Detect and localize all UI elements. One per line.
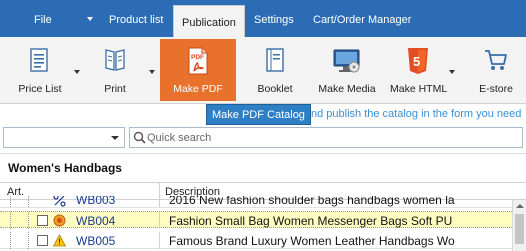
tree-line [28, 212, 29, 229]
price-list-label: Price List [18, 83, 62, 95]
html5-icon-text: 5 [413, 54, 420, 69]
percent-icon [53, 196, 66, 207]
make-media-label: Make Media [318, 83, 376, 95]
booklet-label: Booklet [257, 83, 293, 95]
menu-cart-order-manager[interactable]: Cart/Order Manager [313, 0, 411, 37]
print-icon [105, 49, 125, 71]
column-divider [159, 232, 160, 249]
filter-dropdown[interactable] [3, 127, 125, 148]
column-divider [159, 212, 160, 229]
row-art-code: WB004 [76, 214, 116, 228]
tree-line [28, 232, 29, 249]
make-pdf-label: Make PDF [173, 83, 223, 95]
tooltip: Make PDF Catalog [206, 104, 311, 125]
award-icon [53, 214, 66, 227]
row-art-code: WB003 [76, 196, 116, 207]
tree-line [10, 212, 11, 229]
print-dropdown-icon[interactable] [149, 70, 155, 74]
group-title: Women's Handbags [8, 161, 122, 175]
row-art-code: WB005 [76, 234, 116, 248]
row-checkbox[interactable] [37, 215, 48, 226]
pdf-icon: PDF [188, 47, 208, 75]
menu-bar: File Product list Publication Settings C… [0, 0, 526, 37]
row-description: Famous Brand Luxury Women Leather Handba… [169, 234, 455, 248]
quick-search[interactable] [129, 127, 523, 148]
pdf-icon-text: PDF [191, 54, 204, 61]
tree-line [28, 196, 29, 207]
make-pdf-button[interactable]: PDF Make PDF [160, 39, 236, 101]
tooltip-hint-text: nd publish the catalog in the form you n… [311, 108, 522, 120]
search-icon [133, 131, 146, 144]
search-input[interactable] [147, 129, 507, 146]
print-button[interactable]: Print [90, 39, 140, 101]
scrollbar-thumb[interactable] [515, 214, 524, 244]
menu-settings[interactable]: Settings [254, 0, 294, 37]
scroll-up-icon[interactable] [516, 204, 524, 208]
media-icon [333, 49, 360, 73]
print-label: Print [104, 83, 126, 95]
make-html-label: Make HTML [390, 83, 448, 95]
menu-product-list[interactable]: Product list [109, 0, 163, 37]
chevron-down-icon[interactable] [87, 17, 93, 21]
price-list-dropdown-icon[interactable] [74, 70, 80, 74]
make-html-button[interactable]: 5 Make HTML [390, 39, 448, 101]
warning-icon [53, 234, 66, 247]
html5-icon: 5 [408, 48, 428, 74]
table-row[interactable]: WB004 Fashion Small Bag Women Messenger … [0, 211, 512, 229]
vertical-scrollbar[interactable] [512, 200, 526, 251]
row-checkbox[interactable] [37, 235, 48, 246]
table-row[interactable]: WB005 Famous Brand Luxury Women Leather … [0, 232, 512, 249]
table-row[interactable]: WB003 2016 New fashion shoulder bags han… [0, 196, 512, 208]
ribbon-toolbar: Price List Print PDF Make PDF Booklet Ma… [0, 37, 526, 104]
menu-file[interactable]: File [34, 0, 52, 37]
row-description: Fashion Small Bag Women Messenger Bags S… [169, 214, 453, 228]
cart-icon [485, 50, 507, 70]
booklet-button[interactable]: Booklet [248, 39, 302, 101]
price-list-icon [30, 48, 48, 72]
e-store-button[interactable]: E-store [470, 39, 522, 101]
menu-publication[interactable]: Publication [173, 5, 245, 37]
make-html-dropdown-icon[interactable] [449, 70, 455, 74]
column-divider [159, 196, 160, 207]
tree-line [10, 232, 11, 249]
group-header: Women's Handbags [0, 153, 526, 181]
price-list-button[interactable]: Price List [8, 39, 72, 101]
row-description: 2016 New fashion shoulder bags handbags … [169, 196, 455, 207]
chevron-down-icon[interactable] [111, 136, 119, 140]
make-media-button[interactable]: Make Media [314, 39, 380, 101]
booklet-icon [266, 48, 284, 72]
tree-line [10, 196, 11, 207]
e-store-label: E-store [479, 83, 513, 95]
